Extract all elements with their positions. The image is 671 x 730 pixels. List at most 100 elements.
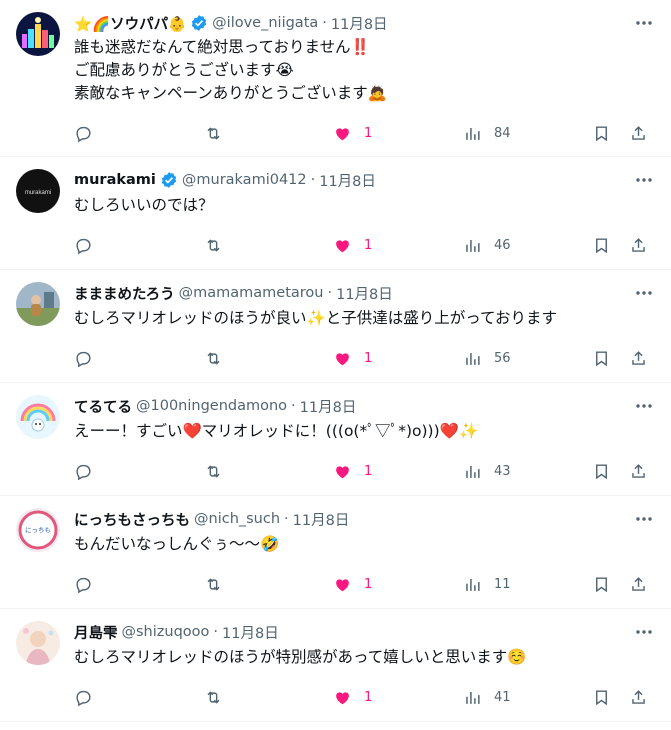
- tweet-date[interactable]: 11月8日: [336, 283, 393, 304]
- display-name[interactable]: てるてる: [74, 396, 132, 417]
- retweet-icon: [207, 238, 220, 252]
- views-button[interactable]: 43: [463, 459, 511, 483]
- display-name[interactable]: 月島雫: [74, 622, 118, 643]
- reply-button[interactable]: [74, 233, 93, 257]
- share-button[interactable]: [629, 572, 648, 596]
- tweet-item[interactable]: murakami murakami @murakami0412 · 11月8日 …: [0, 157, 671, 270]
- tweet-item[interactable]: にっちも にっちもさっちも @nich_such · 11月8日 もんだいなっし…: [0, 496, 671, 609]
- like-count: 1: [364, 576, 373, 592]
- tweet-date[interactable]: 11月8日: [293, 509, 350, 530]
- avatar[interactable]: [16, 12, 60, 56]
- like-button[interactable]: 1: [333, 459, 372, 483]
- share-button[interactable]: [629, 346, 648, 370]
- retweet-button[interactable]: [204, 572, 223, 596]
- avatar-image: [16, 12, 60, 56]
- tweet-item[interactable]: ⭐🌈ソウパパ👶 @ilove_niigata · 11月8日 誰も迷惑だなんて絶…: [0, 0, 671, 157]
- views-button[interactable]: 84: [463, 121, 511, 145]
- share-icon: [632, 237, 645, 252]
- share-icon: [632, 350, 645, 365]
- reply-button[interactable]: [74, 685, 93, 709]
- views-button[interactable]: 41: [463, 685, 511, 709]
- tweet-item[interactable]: 月島雫 @shizuqooo · 11月8日 むしろマリオレッドのほうが特別感が…: [0, 609, 671, 722]
- view-count: 41: [494, 689, 511, 705]
- more-button[interactable]: [633, 395, 655, 417]
- like-button[interactable]: 1: [333, 346, 372, 370]
- verified-badge-icon: [161, 172, 176, 188]
- tweet-date[interactable]: 11月8日: [331, 13, 388, 34]
- tweet-item[interactable]: まままめたろう @mamamametarou · 11月8日 むしろマリオレッド…: [0, 270, 671, 383]
- handle[interactable]: @shizuqooo: [122, 624, 210, 640]
- bookmark-icon: [596, 463, 607, 479]
- retweet-icon: [207, 577, 220, 591]
- like-button[interactable]: 1: [333, 685, 372, 709]
- view-count: 46: [494, 237, 511, 253]
- display-name[interactable]: murakami: [74, 172, 156, 188]
- share-button[interactable]: [629, 685, 648, 709]
- avatar[interactable]: [16, 282, 60, 326]
- bookmark-button[interactable]: [592, 346, 611, 370]
- reply-icon: [76, 690, 91, 706]
- views-button[interactable]: 46: [463, 233, 511, 257]
- views-button[interactable]: 11: [463, 572, 511, 596]
- retweet-button[interactable]: [204, 346, 223, 370]
- share-button[interactable]: [629, 459, 648, 483]
- handle[interactable]: @100ningendamono: [136, 398, 287, 414]
- retweet-button[interactable]: [204, 121, 223, 145]
- avatar[interactable]: にっちも: [16, 508, 60, 552]
- handle[interactable]: @murakami0412: [182, 172, 307, 188]
- tweet-date[interactable]: 11月8日: [319, 170, 376, 191]
- separator-dot: ·: [284, 511, 289, 527]
- share-button[interactable]: [629, 233, 648, 257]
- more-button[interactable]: [633, 282, 655, 304]
- share-icon: [632, 463, 645, 478]
- like-button[interactable]: 1: [333, 233, 372, 257]
- like-count: 1: [364, 125, 373, 141]
- tweet-date[interactable]: 11月8日: [222, 622, 279, 643]
- bookmark-button[interactable]: [592, 233, 611, 257]
- tweet-item[interactable]: てるてる @100ningendamono · 11月8日 えーー！すごい❤️マ…: [0, 383, 671, 496]
- more-button[interactable]: [633, 169, 655, 191]
- tweet-header: てるてる @100ningendamono · 11月8日: [74, 395, 655, 417]
- share-icon: [632, 125, 645, 140]
- handle[interactable]: @ilove_niigata: [212, 15, 318, 31]
- bookmark-button[interactable]: [592, 572, 611, 596]
- reply-button[interactable]: [74, 572, 93, 596]
- reply-button[interactable]: [74, 459, 93, 483]
- tweet-header: murakami @murakami0412 · 11月8日: [74, 169, 655, 191]
- handle[interactable]: @mamamametarou: [179, 285, 324, 301]
- heart-icon: [336, 239, 349, 252]
- more-button[interactable]: [633, 12, 655, 34]
- retweet-button[interactable]: [204, 233, 223, 257]
- bookmark-button[interactable]: [592, 121, 611, 145]
- display-name[interactable]: にっちもさっちも: [74, 509, 190, 530]
- display-name[interactable]: ⭐🌈ソウパパ👶: [74, 13, 186, 34]
- retweet-button[interactable]: [204, 685, 223, 709]
- bookmark-button[interactable]: [592, 685, 611, 709]
- avatar[interactable]: [16, 621, 60, 665]
- reply-button[interactable]: [74, 121, 93, 145]
- views-button[interactable]: 56: [463, 346, 511, 370]
- retweet-button[interactable]: [204, 459, 223, 483]
- reply-icon: [76, 238, 91, 254]
- display-name[interactable]: まままめたろう: [74, 283, 175, 304]
- tweet-actions: 1 11: [74, 572, 649, 596]
- like-button[interactable]: 1: [333, 572, 372, 596]
- share-button[interactable]: [629, 121, 648, 145]
- more-icon: [636, 404, 652, 408]
- more-button[interactable]: [633, 621, 655, 643]
- tweet-date[interactable]: 11月8日: [300, 396, 357, 417]
- tweet-header: まままめたろう @mamamametarou · 11月8日: [74, 282, 655, 304]
- avatar[interactable]: murakami: [16, 169, 60, 213]
- more-button[interactable]: [633, 508, 655, 530]
- like-button[interactable]: 1: [333, 121, 372, 145]
- view-count: 84: [494, 125, 511, 141]
- views-icon: [466, 465, 480, 478]
- avatar[interactable]: [16, 395, 60, 439]
- bookmark-button[interactable]: [592, 459, 611, 483]
- tweet-header: ⭐🌈ソウパパ👶 @ilove_niigata · 11月8日: [74, 12, 655, 34]
- like-count: 1: [364, 350, 373, 366]
- reply-button[interactable]: [74, 346, 93, 370]
- tweet-actions: 1 43: [74, 459, 649, 483]
- separator-dot: ·: [322, 15, 327, 31]
- handle[interactable]: @nich_such: [194, 511, 280, 527]
